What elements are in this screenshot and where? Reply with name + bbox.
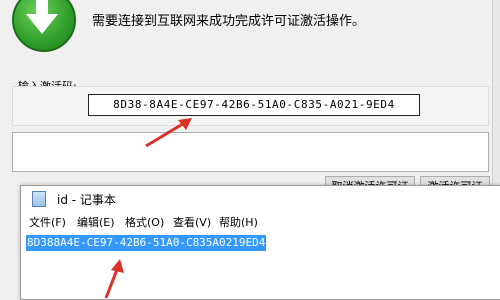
activation-response-input[interactable]	[12, 132, 489, 172]
menu-view[interactable]: 查看(V)	[173, 214, 211, 230]
notepad-text-area[interactable]: 8D388A4E-CE97-42B6-51A0-C835A0219ED4	[21, 232, 500, 299]
selected-activation-code[interactable]: 8D388A4E-CE97-42B6-51A0-C835A0219ED4	[26, 235, 267, 251]
menu-file[interactable]: 文件(F)	[29, 214, 66, 230]
activation-code-field[interactable]: 8D38-8A4E-CE97-42B6-51A0-C835-A021-9ED4	[88, 94, 420, 116]
menu-format[interactable]: 格式(O)	[125, 214, 164, 230]
dialog-message: 需要连接到互联网来成功完成许可证激活操作。	[92, 14, 366, 29]
notepad-menubar: 文件(F) 编辑(E) 格式(O) 查看(V) 帮助(H)	[21, 210, 500, 232]
notepad-window: id - 记事本 文件(F) 编辑(E) 格式(O) 查看(V) 帮助(H) 8…	[20, 185, 500, 300]
download-icon	[12, 0, 76, 52]
menu-help[interactable]: 帮助(H)	[219, 214, 258, 230]
notepad-title: id - 记事本	[57, 193, 116, 207]
notepad-icon	[32, 191, 46, 207]
annotation-arrow-top	[145, 118, 192, 148]
notepad-titlebar[interactable]: id - 记事本	[21, 186, 500, 210]
annotation-arrow-bottom	[104, 259, 124, 298]
menu-edit[interactable]: 编辑(E)	[77, 214, 115, 230]
